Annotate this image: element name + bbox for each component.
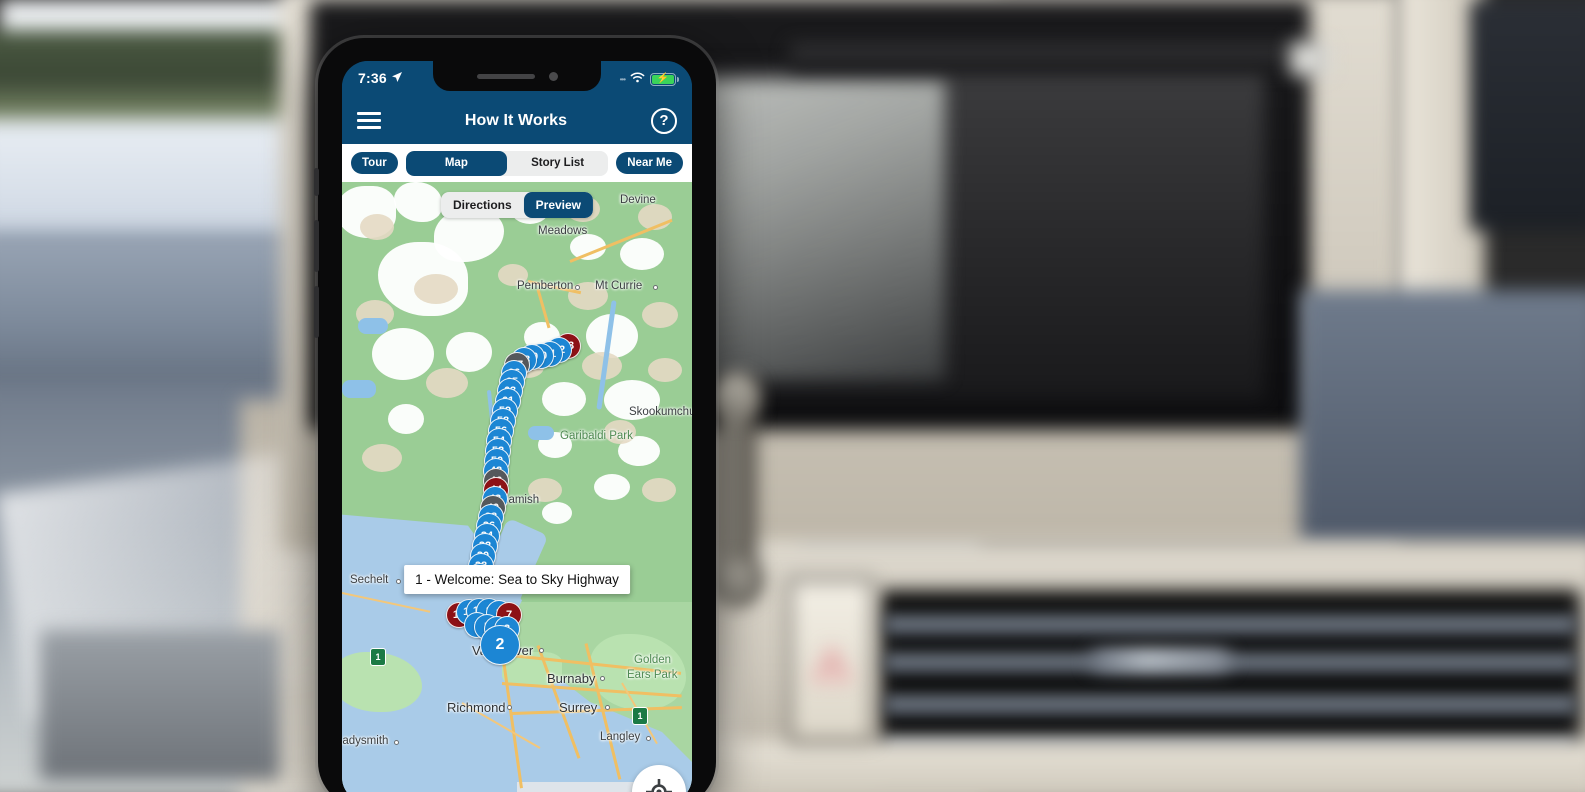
map-label: Mt Currie [595, 280, 643, 292]
app-navigation-bar: How It Works ? [342, 97, 692, 144]
city-dot [600, 676, 605, 681]
city-dot [575, 285, 580, 290]
battery-charging-icon: ⚡ [650, 72, 679, 86]
directions-tab[interactable]: Directions [441, 192, 524, 218]
preview-tab[interactable]: Preview [523, 192, 594, 218]
map-label: Devine [620, 194, 656, 206]
hazard-triangle-icon [810, 643, 854, 682]
view-segmented-control[interactable]: Map Story List [405, 150, 609, 176]
phone-screen: 7:36 ••• ⚡ How It Works ? Tour Map Story… [342, 61, 692, 792]
map-label: Richmond [447, 700, 506, 715]
left-air-vent [40, 630, 280, 780]
tour-button[interactable]: Tour [351, 152, 398, 174]
status-bar-time: 7:36 [358, 70, 387, 86]
earpiece-speaker [476, 73, 535, 79]
city-dot [653, 285, 658, 290]
highway-shield: 1 [370, 648, 386, 666]
map-label: Burnaby [547, 671, 596, 686]
city-dot [507, 705, 512, 710]
wifi-icon [630, 70, 645, 88]
phone-mount-foot [710, 560, 764, 600]
help-icon[interactable]: ? [651, 107, 677, 134]
status-bar: 7:36 ••• ⚡ [342, 61, 692, 97]
map-view[interactable]: Devine Meadows Pemberton Mt Currie Skookumch… [342, 182, 692, 792]
cd-slot [790, 44, 1310, 70]
location-arrow-icon [391, 70, 403, 86]
directions-preview-toggle[interactable]: Directions Preview [440, 192, 594, 218]
mute-switch[interactable] [314, 168, 319, 196]
car-dashboard-background [0, 0, 1585, 792]
front-camera [548, 71, 558, 81]
map-label: Langley [600, 731, 641, 743]
near-me-button[interactable]: Near Me [616, 152, 683, 174]
page-title: How It Works [464, 111, 568, 129]
tab-map[interactable]: Map [405, 150, 507, 176]
phone-mount-ball [712, 372, 760, 420]
highway-shield: 1 [632, 707, 648, 725]
volume-up-button[interactable] [314, 220, 319, 272]
hamburger-menu-icon[interactable] [357, 112, 381, 129]
map-label: Skookumchuck [629, 406, 692, 418]
map-label: Ears Park [627, 669, 678, 681]
smartphone-device: 7:36 ••• ⚡ How It Works ? Tour Map Story… [314, 38, 716, 792]
city-dot [539, 648, 544, 653]
display-notch [433, 61, 601, 91]
map-label: Golden [634, 654, 672, 666]
route-marker[interactable]: 2 [480, 625, 520, 665]
city-dot [605, 705, 610, 710]
tab-row: Tour Map Story List Near Me [342, 144, 692, 182]
map-label: Garibaldi Park [560, 430, 633, 442]
tab-story-list[interactable]: Story List [507, 151, 608, 176]
city-dot [394, 740, 399, 745]
volume-down-button[interactable] [314, 286, 319, 338]
map-label: Surrey [559, 700, 598, 715]
city-dot [396, 579, 401, 584]
map-label: Meadows [538, 225, 588, 237]
eject-button [1290, 42, 1330, 76]
map-callout[interactable]: 1 - Welcome: Sea to Sky Highway [404, 565, 630, 594]
city-dot [646, 736, 651, 741]
vent-knob [1090, 650, 1230, 670]
screenshot-scene: 7:36 ••• ⚡ How It Works ? Tour Map Story… [0, 0, 1585, 792]
carrier-signal-icon: ••• [619, 74, 626, 84]
map-label: Pemberton [517, 280, 574, 292]
map-label: Sechelt [350, 574, 389, 586]
map-label: Ladysmith [342, 735, 389, 747]
